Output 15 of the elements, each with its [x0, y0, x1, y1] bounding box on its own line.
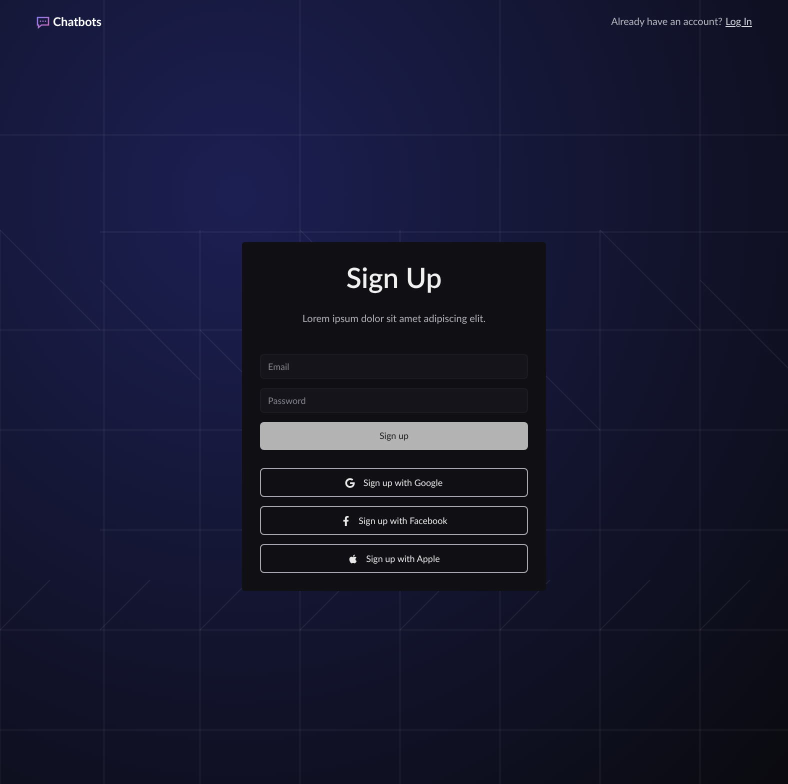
social-signup-button[interactable]: Sign up with Facebook [260, 506, 528, 535]
account-prompt: Already have an account? [611, 14, 723, 30]
login-link[interactable]: Log In [726, 14, 752, 30]
input-field[interactable]: Email [260, 354, 528, 379]
input-field[interactable]: Password [260, 388, 528, 413]
g-logo-icon [345, 478, 356, 488]
social-signup-button[interactable]: Sign up with Apple [260, 544, 528, 573]
subtitle: Lorem ipsum dolor sit amet adipiscing elit. [301, 312, 487, 327]
signup-button[interactable]: Sign up [260, 422, 528, 450]
brand-name: Chatbots [53, 13, 102, 31]
chat-bubble-icon [36, 16, 50, 28]
apple-logo-icon [348, 554, 358, 564]
social-signup-button[interactable]: Sign up with Google [260, 468, 528, 497]
f-logo-icon [340, 516, 351, 526]
signup-title: Sign Up [345, 260, 443, 294]
